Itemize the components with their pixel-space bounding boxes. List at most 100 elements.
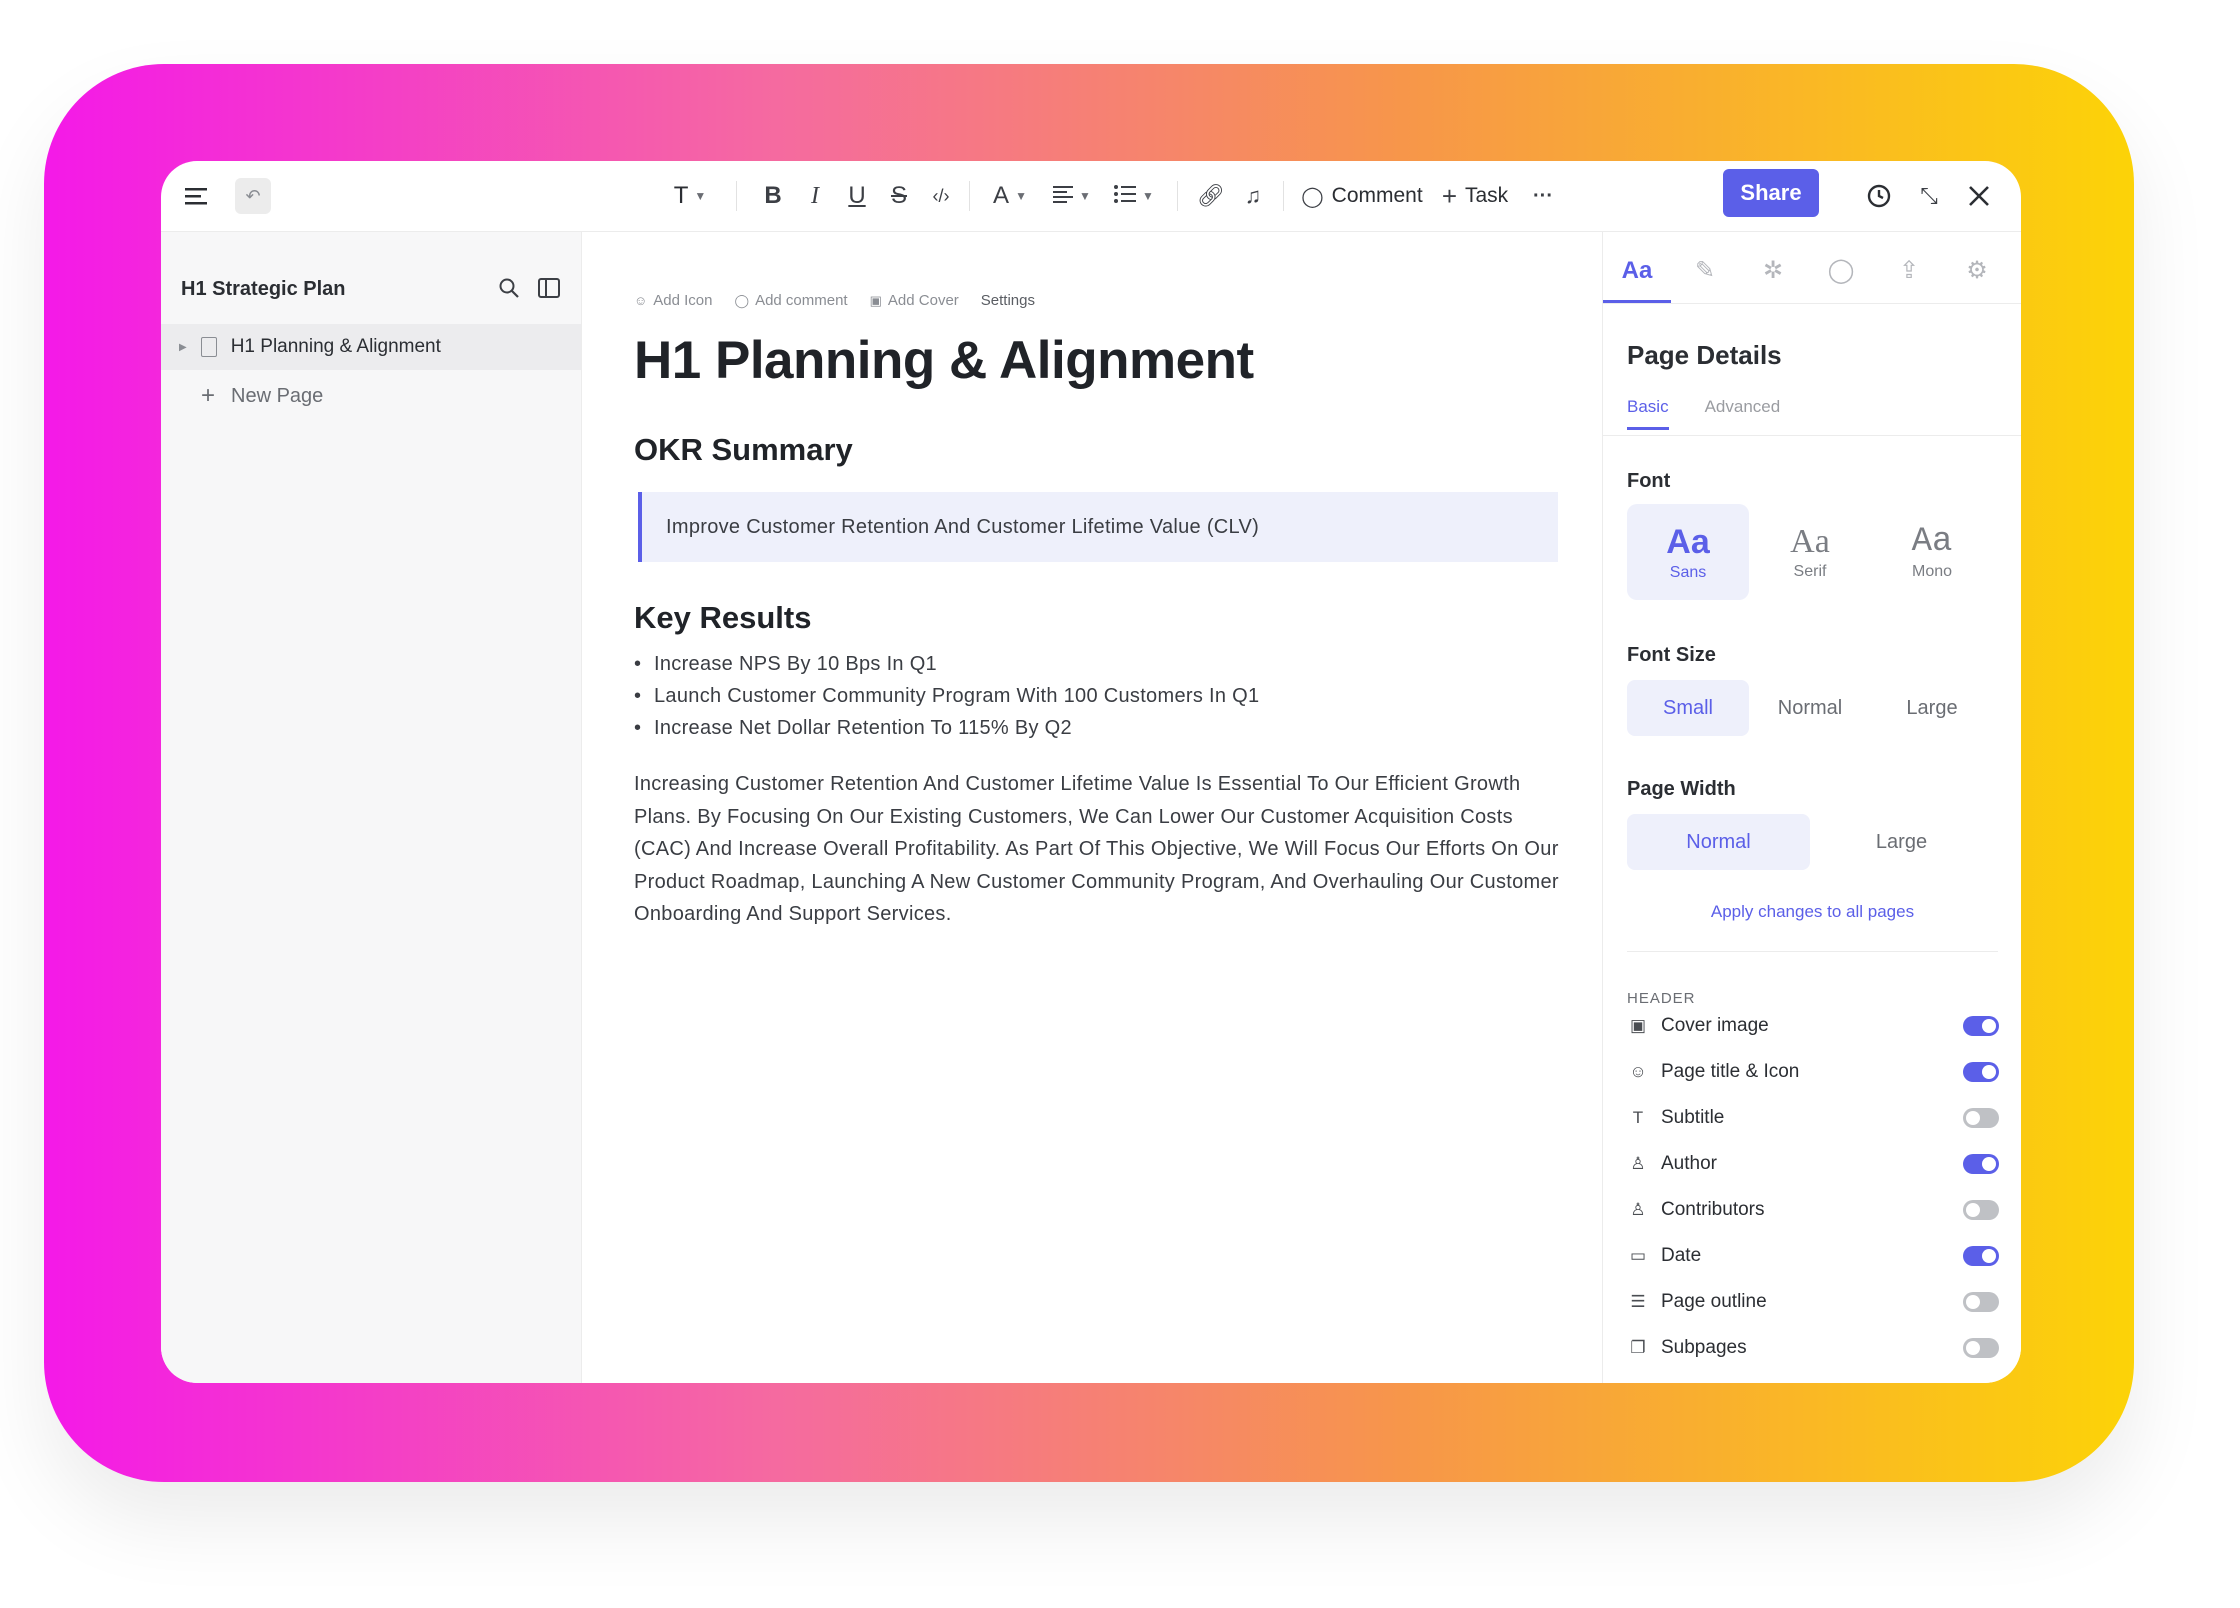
text-style-icon: T bbox=[673, 182, 689, 209]
toggle-switch[interactable] bbox=[1963, 1200, 1999, 1220]
link-icon[interactable]: 🔗︎ bbox=[1193, 178, 1229, 214]
chevron-down-icon: ▼ bbox=[1015, 189, 1027, 203]
tab-advanced[interactable]: Advanced bbox=[1705, 397, 1781, 430]
wand-icon[interactable]: ✎ bbox=[1671, 242, 1739, 298]
tab-text-style[interactable]: Aa bbox=[1603, 242, 1671, 303]
person-icon: ♙ bbox=[1630, 1154, 1646, 1173]
toggle-row-page-title: ☺ Page title & Icon bbox=[1627, 1056, 1999, 1088]
toggle-row-subtitle: T Subtitle bbox=[1627, 1102, 1999, 1134]
objective-text: Improve Customer Retention And Customer … bbox=[666, 515, 1260, 538]
comment-icon: ◯ bbox=[1301, 185, 1324, 208]
align-dropdown[interactable]: ▼ bbox=[1047, 178, 1097, 214]
app-window: ↶ T ▼ B I U S ‹/› A ▼ ▼ ▼ 🔗︎ ♫ ◯ Comment + T… bbox=[161, 161, 2021, 1383]
toggle-row-cover-image: ▣ Cover image bbox=[1627, 1010, 1999, 1042]
expand-arrow-icon[interactable]: ▶ bbox=[179, 342, 187, 353]
settings-button[interactable]: Settings bbox=[981, 292, 1035, 309]
calendar-icon: ▭ bbox=[1629, 1246, 1647, 1265]
font-option-serif[interactable]: Aa Serif bbox=[1749, 504, 1871, 600]
comment-icon: ◯ bbox=[734, 292, 750, 308]
toggle-switch[interactable] bbox=[1963, 1108, 1999, 1128]
toolbar-divider bbox=[969, 181, 970, 211]
underline-icon[interactable]: U bbox=[839, 178, 875, 214]
history-icon[interactable] bbox=[1861, 178, 1897, 214]
sidebar-item-h1-planning[interactable]: ▶ H1 Planning & Alignment bbox=[161, 324, 581, 370]
plus-icon: + bbox=[1441, 180, 1457, 211]
font-option-sans[interactable]: Aa Sans bbox=[1627, 504, 1749, 600]
close-icon[interactable] bbox=[1961, 178, 1997, 214]
font-label: Font bbox=[1627, 470, 1671, 492]
add-cover-button[interactable]: ▣ Add Cover bbox=[870, 292, 959, 309]
undo-button[interactable]: ↶ bbox=[235, 178, 271, 214]
font-size-small[interactable]: Small bbox=[1627, 680, 1749, 736]
sidebar: H1 Strategic Plan ▶ H1 Planning & Alignm… bbox=[161, 232, 582, 1383]
apply-to-all-link[interactable]: Apply changes to all pages bbox=[1603, 902, 2021, 922]
tab-basic[interactable]: Basic bbox=[1627, 397, 1669, 430]
toggle-switch[interactable] bbox=[1963, 1338, 1999, 1358]
toggle-switch[interactable] bbox=[1963, 1062, 1999, 1082]
more-options-icon[interactable]: ··· bbox=[1525, 178, 1561, 214]
font-option-mono[interactable]: Aa Mono bbox=[1871, 504, 1993, 600]
header-section-label: HEADER bbox=[1627, 990, 1696, 1007]
list-icon bbox=[1114, 184, 1137, 208]
toggle-row-author: ♙ Author bbox=[1627, 1148, 1999, 1180]
okr-heading[interactable]: OKR Summary bbox=[634, 432, 853, 468]
sidebar-title: H1 Strategic Plan bbox=[181, 278, 346, 300]
text-size-icon: T bbox=[1632, 1108, 1644, 1127]
page-title[interactable]: H1 Planning & Alignment bbox=[634, 330, 1254, 391]
text-color-dropdown[interactable]: A ▼ bbox=[987, 178, 1033, 214]
bold-icon[interactable]: B bbox=[755, 178, 791, 214]
new-page-button[interactable]: + New Page bbox=[201, 382, 323, 410]
body-paragraph[interactable]: Increasing Customer Retention And Custom… bbox=[634, 768, 1564, 931]
add-icon-button[interactable]: ☺ Add Icon bbox=[634, 292, 713, 309]
document-area: ☺ Add Icon ◯ Add comment ▣ Add Cover Settin… bbox=[582, 232, 1602, 1383]
italic-icon[interactable]: I bbox=[797, 178, 833, 214]
share-button[interactable]: Share bbox=[1723, 169, 1819, 217]
list-item[interactable]: • Launch Customer Community Program With … bbox=[634, 680, 1259, 712]
gear-icon[interactable]: ⚙ bbox=[1943, 242, 2011, 298]
toggle-switch[interactable] bbox=[1963, 1154, 1999, 1174]
comment-icon[interactable]: ◯ bbox=[1807, 242, 1875, 298]
toggle-switch[interactable] bbox=[1963, 1246, 1999, 1266]
page-width-label: Page Width bbox=[1627, 778, 1736, 800]
page-details-panel: Aa ✎ ✲ ◯ ⇪ ⚙ Page Details Basic Advanced… bbox=[1602, 232, 2021, 1383]
code-icon[interactable]: ‹/› bbox=[923, 178, 959, 214]
editor-toolbar: ↶ T ▼ B I U S ‹/› A ▼ ▼ ▼ 🔗︎ ♫ ◯ Comment + T… bbox=[161, 161, 2021, 232]
add-comment-button[interactable]: ◯ Add comment bbox=[735, 292, 848, 309]
toggle-switch[interactable] bbox=[1963, 1016, 1999, 1036]
key-results-heading[interactable]: Key Results bbox=[634, 600, 811, 636]
sidebar-toggle-icon[interactable] bbox=[533, 272, 565, 304]
bullet-icon: • bbox=[634, 685, 642, 707]
objective-callout[interactable]: Improve Customer Retention And Customer … bbox=[638, 492, 1558, 562]
task-button[interactable]: + Task bbox=[1433, 178, 1517, 214]
toggle-switch[interactable] bbox=[1963, 1292, 1999, 1312]
upload-icon[interactable]: ⇪ bbox=[1875, 242, 1943, 298]
panel-title: Page Details bbox=[1627, 340, 1782, 370]
text-style-dropdown[interactable]: T ▼ bbox=[665, 178, 715, 214]
list-item[interactable]: • Increase Net Dollar Retention To 115% B… bbox=[634, 712, 1259, 744]
divider bbox=[1603, 435, 2021, 436]
new-page-label: New Page bbox=[231, 384, 324, 407]
list-item[interactable]: • Increase NPS By 10 Bps In Q1 bbox=[634, 648, 1259, 680]
image-icon: ▣ bbox=[1629, 1016, 1647, 1035]
sparkle-icon[interactable]: ✲ bbox=[1739, 242, 1807, 298]
subpages-icon: ❐ bbox=[1630, 1338, 1646, 1357]
font-size-large[interactable]: Large bbox=[1871, 680, 1993, 736]
search-icon[interactable] bbox=[493, 272, 525, 304]
smiley-icon: ☺ bbox=[1629, 1062, 1647, 1081]
comment-button[interactable]: ◯ Comment bbox=[1297, 178, 1427, 214]
strikethrough-icon[interactable]: S bbox=[881, 178, 917, 214]
page-width-normal[interactable]: Normal bbox=[1627, 814, 1810, 870]
page-width-large[interactable]: Large bbox=[1810, 814, 1993, 870]
chevron-down-icon: ▼ bbox=[1079, 189, 1091, 203]
smiley-icon: ☺ bbox=[634, 293, 648, 308]
collapse-icon[interactable]: ⤡ bbox=[1911, 178, 1947, 214]
font-size-normal[interactable]: Normal bbox=[1749, 680, 1871, 736]
key-results-list: • Increase NPS By 10 Bps In Q1 • Launch Cu… bbox=[634, 648, 1259, 744]
font-size-label: Font Size bbox=[1627, 644, 1716, 666]
mention-icon[interactable]: ♫ bbox=[1235, 178, 1271, 214]
list-dropdown[interactable]: ▼ bbox=[1109, 178, 1159, 214]
chevron-down-icon: ▼ bbox=[1142, 189, 1154, 203]
menu-icon[interactable] bbox=[179, 178, 215, 214]
undo-icon: ↶ bbox=[245, 185, 261, 206]
plus-icon: + bbox=[201, 382, 216, 409]
